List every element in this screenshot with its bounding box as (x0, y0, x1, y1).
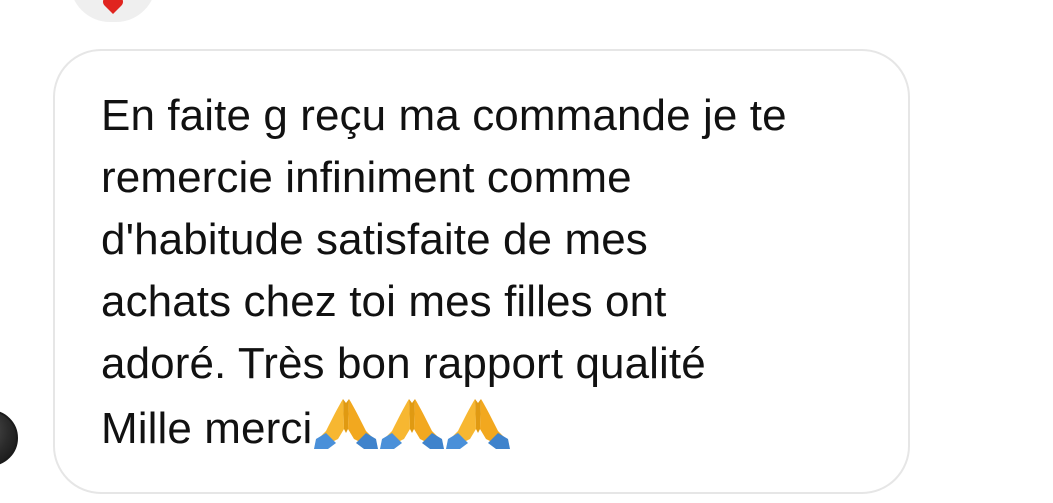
emoji-group: 🙏 🙏 🙏 (314, 395, 511, 449)
message-line: En faite g reçu ma commande je te (101, 91, 787, 140)
folded-hands-emoji-icon: 🙏 (314, 399, 379, 449)
reaction-bubble[interactable] (70, 0, 156, 22)
message-line: remercie infiniment comme (101, 153, 632, 202)
heart-icon (103, 0, 123, 14)
sender-avatar[interactable] (0, 410, 18, 466)
message-line: achats chez toi mes filles ont (101, 277, 667, 326)
message-line: Mille merci (101, 404, 313, 453)
folded-hands-emoji-icon: 🙏 (446, 399, 511, 449)
message-text: En faite g reçu ma commande je te remerc… (101, 85, 868, 460)
folded-hands-emoji-icon: 🙏 (380, 399, 445, 449)
message-line: adoré. Très bon rapport qualité (101, 339, 706, 388)
message-line: d'habitude satisfaite de mes (101, 215, 648, 264)
chat-view: En faite g reçu ma commande je te remerc… (0, 0, 1053, 503)
message-bubble[interactable]: En faite g reçu ma commande je te remerc… (53, 49, 910, 494)
message-line-last: Mille merci 🙏 🙏 (101, 395, 868, 460)
